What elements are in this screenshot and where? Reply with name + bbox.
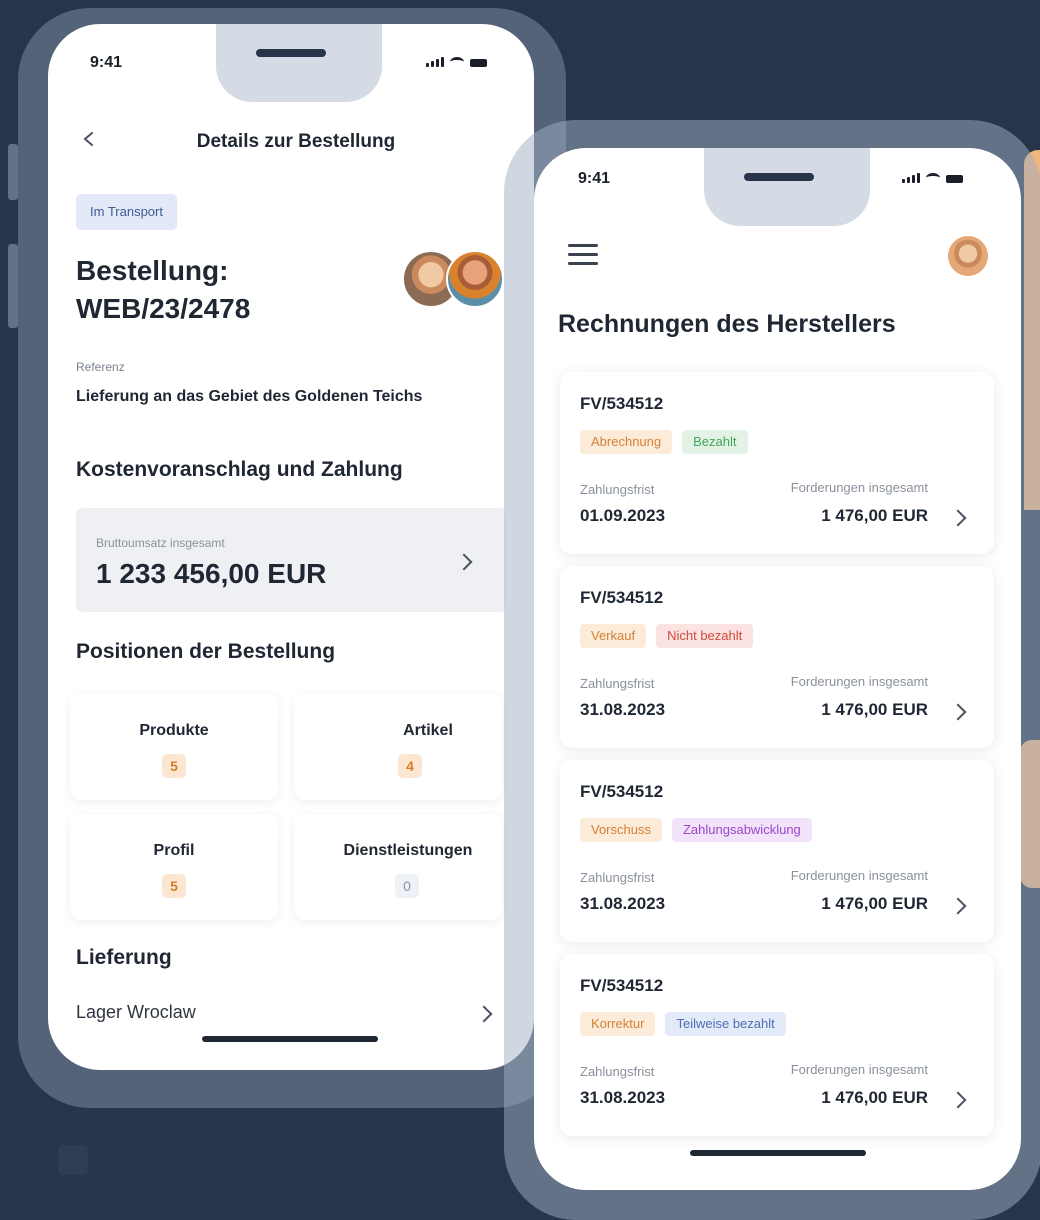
home-indicator[interactable] xyxy=(690,1150,866,1156)
status-icons xyxy=(902,173,963,183)
delivery-location[interactable]: Lager Wroclaw xyxy=(76,1002,196,1023)
status-time: 9:41 xyxy=(578,170,611,187)
chevron-right-icon xyxy=(949,897,967,915)
invoices-screen: 9:41 Rechnungen des Herstellers FV/53451… xyxy=(534,148,1021,1190)
menu-icon[interactable] xyxy=(568,244,598,271)
tile-products[interactable]: Produkte 5 xyxy=(70,694,278,800)
invoice-card[interactable]: FV/534512 Abrechnung Bezahlt Zahlungsfri… xyxy=(560,372,994,554)
chevron-right-icon[interactable] xyxy=(475,1005,493,1023)
avatar xyxy=(446,250,504,308)
due-date-value: 01.09.2023 xyxy=(580,506,666,525)
order-title: Bestellung: WEB/23/2478 xyxy=(76,252,250,328)
type-tag: Korrektur xyxy=(580,1012,656,1036)
decorative-square xyxy=(58,1145,88,1175)
invoice-tags: Vorschuss Zahlungsabwicklung xyxy=(580,818,812,842)
invoice-number: FV/534512 xyxy=(580,976,664,995)
status-badge: Im Transport xyxy=(76,194,177,230)
status-icons xyxy=(426,57,487,67)
section-heading-delivery: Lieferung xyxy=(76,946,172,969)
page-title: Rechnungen des Herstellers xyxy=(558,310,896,338)
due-date-value: 31.08.2023 xyxy=(580,894,666,913)
section-heading-positions: Positionen der Bestellung xyxy=(76,640,336,663)
claims-label: Forderungen insgesamt xyxy=(790,480,928,495)
due-date-label: Zahlungsfrist xyxy=(580,870,655,885)
type-tag: Verkauf xyxy=(580,624,647,648)
page-title: Details zur Bestellung xyxy=(196,131,396,152)
payment-status-tag: Nicht bezahlt xyxy=(656,624,754,648)
due-date-label: Zahlungsfrist xyxy=(580,482,655,497)
tile-services[interactable]: Dienstleistungen 0 xyxy=(294,814,502,920)
type-tag: Abrechnung xyxy=(580,430,673,454)
assignee-avatars[interactable] xyxy=(402,250,512,312)
avatar[interactable] xyxy=(948,236,988,276)
order-number: WEB/23/2478 xyxy=(76,293,251,324)
claims-label: Forderungen insgesamt xyxy=(790,674,928,689)
phone-notch xyxy=(216,24,382,102)
order-details-screen: 9:41 Details zur Bestellung Im Transport… xyxy=(48,24,534,1070)
reference-value: Lieferung an das Gebiet des Goldenen Tei… xyxy=(76,388,423,405)
phone-notch xyxy=(704,148,870,226)
tile-label: Artikel xyxy=(403,722,453,739)
invoice-card[interactable]: FV/534512 Korrektur Teilweise bezahlt Za… xyxy=(560,954,994,1136)
invoice-card[interactable]: FV/534512 Verkauf Nicht bezahlt Zahlungs… xyxy=(560,566,994,748)
invoice-card[interactable]: FV/534512 Vorschuss Zahlungsabwicklung Z… xyxy=(560,760,994,942)
claims-label: Forderungen insgesamt xyxy=(790,868,928,883)
count-badge: 0 xyxy=(395,874,419,898)
claims-value: 1 476,00 EUR xyxy=(821,1088,928,1107)
invoice-number: FV/534512 xyxy=(580,782,664,801)
tile-articles[interactable]: Artikel 4 xyxy=(294,694,502,800)
section-heading-quote: Kostenvoranschlag und Zahlung xyxy=(76,458,403,481)
tile-label: Dienstleistungen xyxy=(343,842,473,859)
battery-icon xyxy=(946,175,963,183)
signal-icon xyxy=(426,57,444,67)
invoice-tags: Korrektur Teilweise bezahlt xyxy=(580,1012,786,1036)
claims-value: 1 476,00 EUR xyxy=(821,894,928,913)
chevron-right-icon xyxy=(949,703,967,721)
payment-status-tag: Zahlungsabwicklung xyxy=(671,818,812,842)
count-badge: 5 xyxy=(162,754,186,778)
invoice-number: FV/534512 xyxy=(580,394,664,413)
claims-label: Forderungen insgesamt xyxy=(790,1062,928,1077)
count-badge: 5 xyxy=(162,874,186,898)
claims-value: 1 476,00 EUR xyxy=(821,700,928,719)
battery-icon xyxy=(470,59,487,67)
invoice-tags: Verkauf Nicht bezahlt xyxy=(580,624,754,648)
chevron-right-icon xyxy=(949,1091,967,1109)
tile-profile[interactable]: Profil 5 xyxy=(70,814,278,920)
payment-status-tag: Bezahlt xyxy=(682,430,748,454)
due-date-value: 31.08.2023 xyxy=(580,1088,666,1107)
payment-status-tag: Teilweise bezahlt xyxy=(665,1012,786,1036)
phone-side-button xyxy=(8,244,18,328)
reference-label: Referenz xyxy=(76,360,125,374)
invoice-number: FV/534512 xyxy=(580,588,664,607)
home-indicator[interactable] xyxy=(202,1036,378,1042)
due-date-label: Zahlungsfrist xyxy=(580,1064,655,1079)
wifi-icon xyxy=(450,57,464,67)
due-date-label: Zahlungsfrist xyxy=(580,676,655,691)
tile-label: Produkte xyxy=(139,722,209,739)
status-time: 9:41 xyxy=(90,54,123,71)
tile-label: Profil xyxy=(153,842,195,859)
order-title-label: Bestellung: xyxy=(76,255,229,286)
type-tag: Vorschuss xyxy=(580,818,662,842)
chevron-right-icon xyxy=(949,509,967,527)
wifi-icon xyxy=(926,173,940,183)
signal-icon xyxy=(902,173,920,183)
due-date-value: 31.08.2023 xyxy=(580,700,666,719)
phone-side-button xyxy=(8,144,18,200)
gross-total-value: 1 233 456,00 EUR xyxy=(96,558,327,589)
claims-value: 1 476,00 EUR xyxy=(821,506,928,525)
invoice-tags: Abrechnung Bezahlt xyxy=(580,430,748,454)
gross-total-label: Bruttoumsatz insgesamt xyxy=(96,536,225,550)
count-badge: 4 xyxy=(398,754,422,778)
chevron-right-icon xyxy=(455,553,473,571)
gross-total-card[interactable]: Bruttoumsatz insgesamt 1 233 456,00 EUR xyxy=(76,508,506,612)
